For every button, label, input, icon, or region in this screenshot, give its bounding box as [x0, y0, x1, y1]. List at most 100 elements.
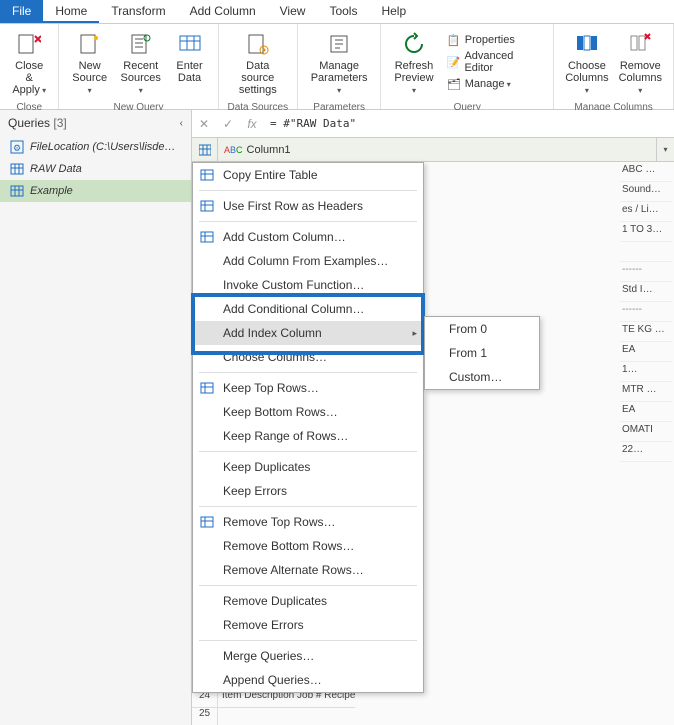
- table-icon: [10, 184, 24, 198]
- menu-item-add-index-column[interactable]: Add Index Column▸: [193, 321, 423, 345]
- menu-item-append-queries[interactable]: Append Queries…: [193, 668, 423, 692]
- menu-separator: [199, 221, 417, 222]
- menu-item-label: Add Index Column: [223, 326, 322, 340]
- data-cell[interactable]: 1 TO 3…: [620, 222, 672, 242]
- refresh-preview-button[interactable]: RefreshPreview: [387, 28, 441, 98]
- menu-item-invoke-custom-function[interactable]: Invoke Custom Function…: [193, 273, 423, 297]
- menu-item-remove-alternate-rows[interactable]: Remove Alternate Rows…: [193, 558, 423, 582]
- menu-item-keep-top-rows[interactable]: Keep Top Rows…: [193, 376, 423, 400]
- menu-item-label: Remove Errors: [223, 618, 304, 632]
- choose-columns-button[interactable]: ChooseColumns: [560, 28, 613, 98]
- menu-item-choose-columns[interactable]: Choose Columns…: [193, 345, 423, 369]
- menu-item-add-conditional-column[interactable]: Add Conditional Column…: [193, 297, 423, 321]
- menu-item-add-column-from-examples[interactable]: Add Column From Examples…: [193, 249, 423, 273]
- manage-parameters-button[interactable]: ManageParameters: [304, 28, 374, 98]
- data-cell[interactable]: ------: [620, 262, 672, 282]
- menu-item-add-custom-column[interactable]: Add Custom Column…: [193, 225, 423, 249]
- data-cell[interactable]: MTR …: [620, 382, 672, 402]
- remove-columns-icon: [626, 30, 654, 58]
- row-numbers: 24Item Description Job # Recipe 25: [192, 689, 355, 725]
- queries-header[interactable]: Queries [3] ‹: [0, 110, 191, 136]
- query-filelocation-label: FileLocation (C:\Users\lisde…: [30, 141, 176, 153]
- remove-columns-button[interactable]: RemoveColumns: [614, 28, 667, 98]
- menu-item-remove-top-rows[interactable]: Remove Top Rows…: [193, 510, 423, 534]
- tab-transform[interactable]: Transform: [99, 0, 177, 23]
- refresh-preview-label: RefreshPreview: [392, 60, 436, 96]
- menu-item-keep-duplicates[interactable]: Keep Duplicates: [193, 455, 423, 479]
- menu-separator: [199, 585, 417, 586]
- close-apply-button[interactable]: Close &Apply: [6, 28, 52, 98]
- new-source-button[interactable]: NewSource: [65, 28, 113, 98]
- menu-item-label: Keep Bottom Rows…: [223, 405, 338, 419]
- data-cell[interactable]: ABC …: [620, 162, 672, 182]
- group-parameters: ManageParameters Parameters: [298, 24, 381, 109]
- data-cell[interactable]: es / Li…: [620, 202, 672, 222]
- menu-item-remove-duplicates[interactable]: Remove Duplicates: [193, 589, 423, 613]
- data-cell[interactable]: EA: [620, 402, 672, 422]
- properties-button[interactable]: 📋Properties: [445, 32, 543, 48]
- table-icon: [10, 162, 24, 176]
- query-filelocation[interactable]: ⚙ FileLocation (C:\Users\lisde…: [0, 136, 191, 158]
- column1-header[interactable]: ABC Column1: [218, 144, 656, 156]
- submenu-item-from-0[interactable]: From 0: [425, 317, 539, 341]
- tab-tools[interactable]: Tools: [317, 0, 369, 23]
- data-cell[interactable]: 22…: [620, 442, 672, 462]
- file-tab[interactable]: File: [0, 0, 43, 23]
- menu-separator: [199, 190, 417, 191]
- main-area: ✕ ✓ fx = #"RAW Data" ABC Column1 ▾ ABC ……: [192, 110, 674, 725]
- tab-home[interactable]: Home: [43, 0, 99, 23]
- query-raw-data[interactable]: RAW Data: [0, 158, 191, 180]
- tab-help[interactable]: Help: [369, 0, 418, 23]
- menu-item-label: Keep Errors: [223, 484, 287, 498]
- submenu-item-from-1[interactable]: From 1: [425, 341, 539, 365]
- data-cell[interactable]: TE KG …: [620, 322, 672, 342]
- table-row[interactable]: 25: [192, 707, 355, 725]
- advanced-editor-button[interactable]: 📝Advanced Editor: [445, 49, 543, 75]
- data-cell[interactable]: 1…: [620, 362, 672, 382]
- menu-item-use-first-row-as-headers[interactable]: Use First Row as Headers: [193, 194, 423, 218]
- manage-button[interactable]: 🗂Manage: [445, 76, 543, 92]
- menu-item-keep-range-of-rows[interactable]: Keep Range of Rows…: [193, 424, 423, 448]
- data-cell[interactable]: OMATI: [620, 422, 672, 442]
- tab-view[interactable]: View: [268, 0, 318, 23]
- parameters-icon: [325, 30, 353, 58]
- formula-input[interactable]: = #"RAW Data": [264, 114, 674, 133]
- menu-item-copy-entire-table[interactable]: Copy Entire Table: [193, 163, 423, 187]
- data-cell[interactable]: ------: [620, 302, 672, 322]
- collapse-icon[interactable]: ‹: [180, 118, 183, 129]
- data-cell[interactable]: Std I…: [620, 282, 672, 302]
- menu-item-keep-bottom-rows[interactable]: Keep Bottom Rows…: [193, 400, 423, 424]
- submenu-item-custom[interactable]: Custom…: [425, 365, 539, 389]
- properties-icon: 📋: [447, 33, 461, 47]
- row-text: [218, 708, 222, 725]
- menu-item-label: Use First Row as Headers: [223, 199, 363, 213]
- menu-item-keep-errors[interactable]: Keep Errors: [193, 479, 423, 503]
- menu-item-remove-bottom-rows[interactable]: Remove Bottom Rows…: [193, 534, 423, 558]
- data-source-settings-button[interactable]: Data sourcesettings: [225, 28, 292, 98]
- query-example[interactable]: Example: [0, 180, 191, 202]
- menu-item-label: Remove Alternate Rows…: [223, 563, 364, 577]
- query-example-label: Example: [30, 185, 73, 197]
- menu-item-label: Keep Duplicates: [223, 460, 310, 474]
- recent-sources-icon: [127, 30, 155, 58]
- formula-commit-icon[interactable]: ✓: [216, 117, 240, 131]
- menu-item-merge-queries[interactable]: Merge Queries…: [193, 644, 423, 668]
- table-menu-button[interactable]: [192, 138, 218, 161]
- copy-icon: [199, 167, 215, 183]
- fx-icon[interactable]: fx: [240, 117, 264, 131]
- data-cell[interactable]: EA: [620, 342, 672, 362]
- menu-separator: [199, 451, 417, 452]
- menu-separator: [199, 506, 417, 507]
- data-cell[interactable]: [620, 242, 672, 262]
- data-cell[interactable]: Sound…: [620, 182, 672, 202]
- recent-sources-button[interactable]: RecentSources: [114, 28, 168, 98]
- menu-item-remove-errors[interactable]: Remove Errors: [193, 613, 423, 637]
- choose-columns-label: ChooseColumns: [565, 60, 608, 96]
- column-filter-button[interactable]: ▾: [656, 138, 674, 161]
- tab-add-column[interactable]: Add Column: [178, 0, 268, 23]
- formula-cancel-icon[interactable]: ✕: [192, 117, 216, 131]
- enter-data-button[interactable]: EnterData: [168, 28, 212, 86]
- addcol-icon: [199, 229, 215, 245]
- row-number: 25: [192, 708, 218, 725]
- remove-columns-label: RemoveColumns: [619, 60, 662, 96]
